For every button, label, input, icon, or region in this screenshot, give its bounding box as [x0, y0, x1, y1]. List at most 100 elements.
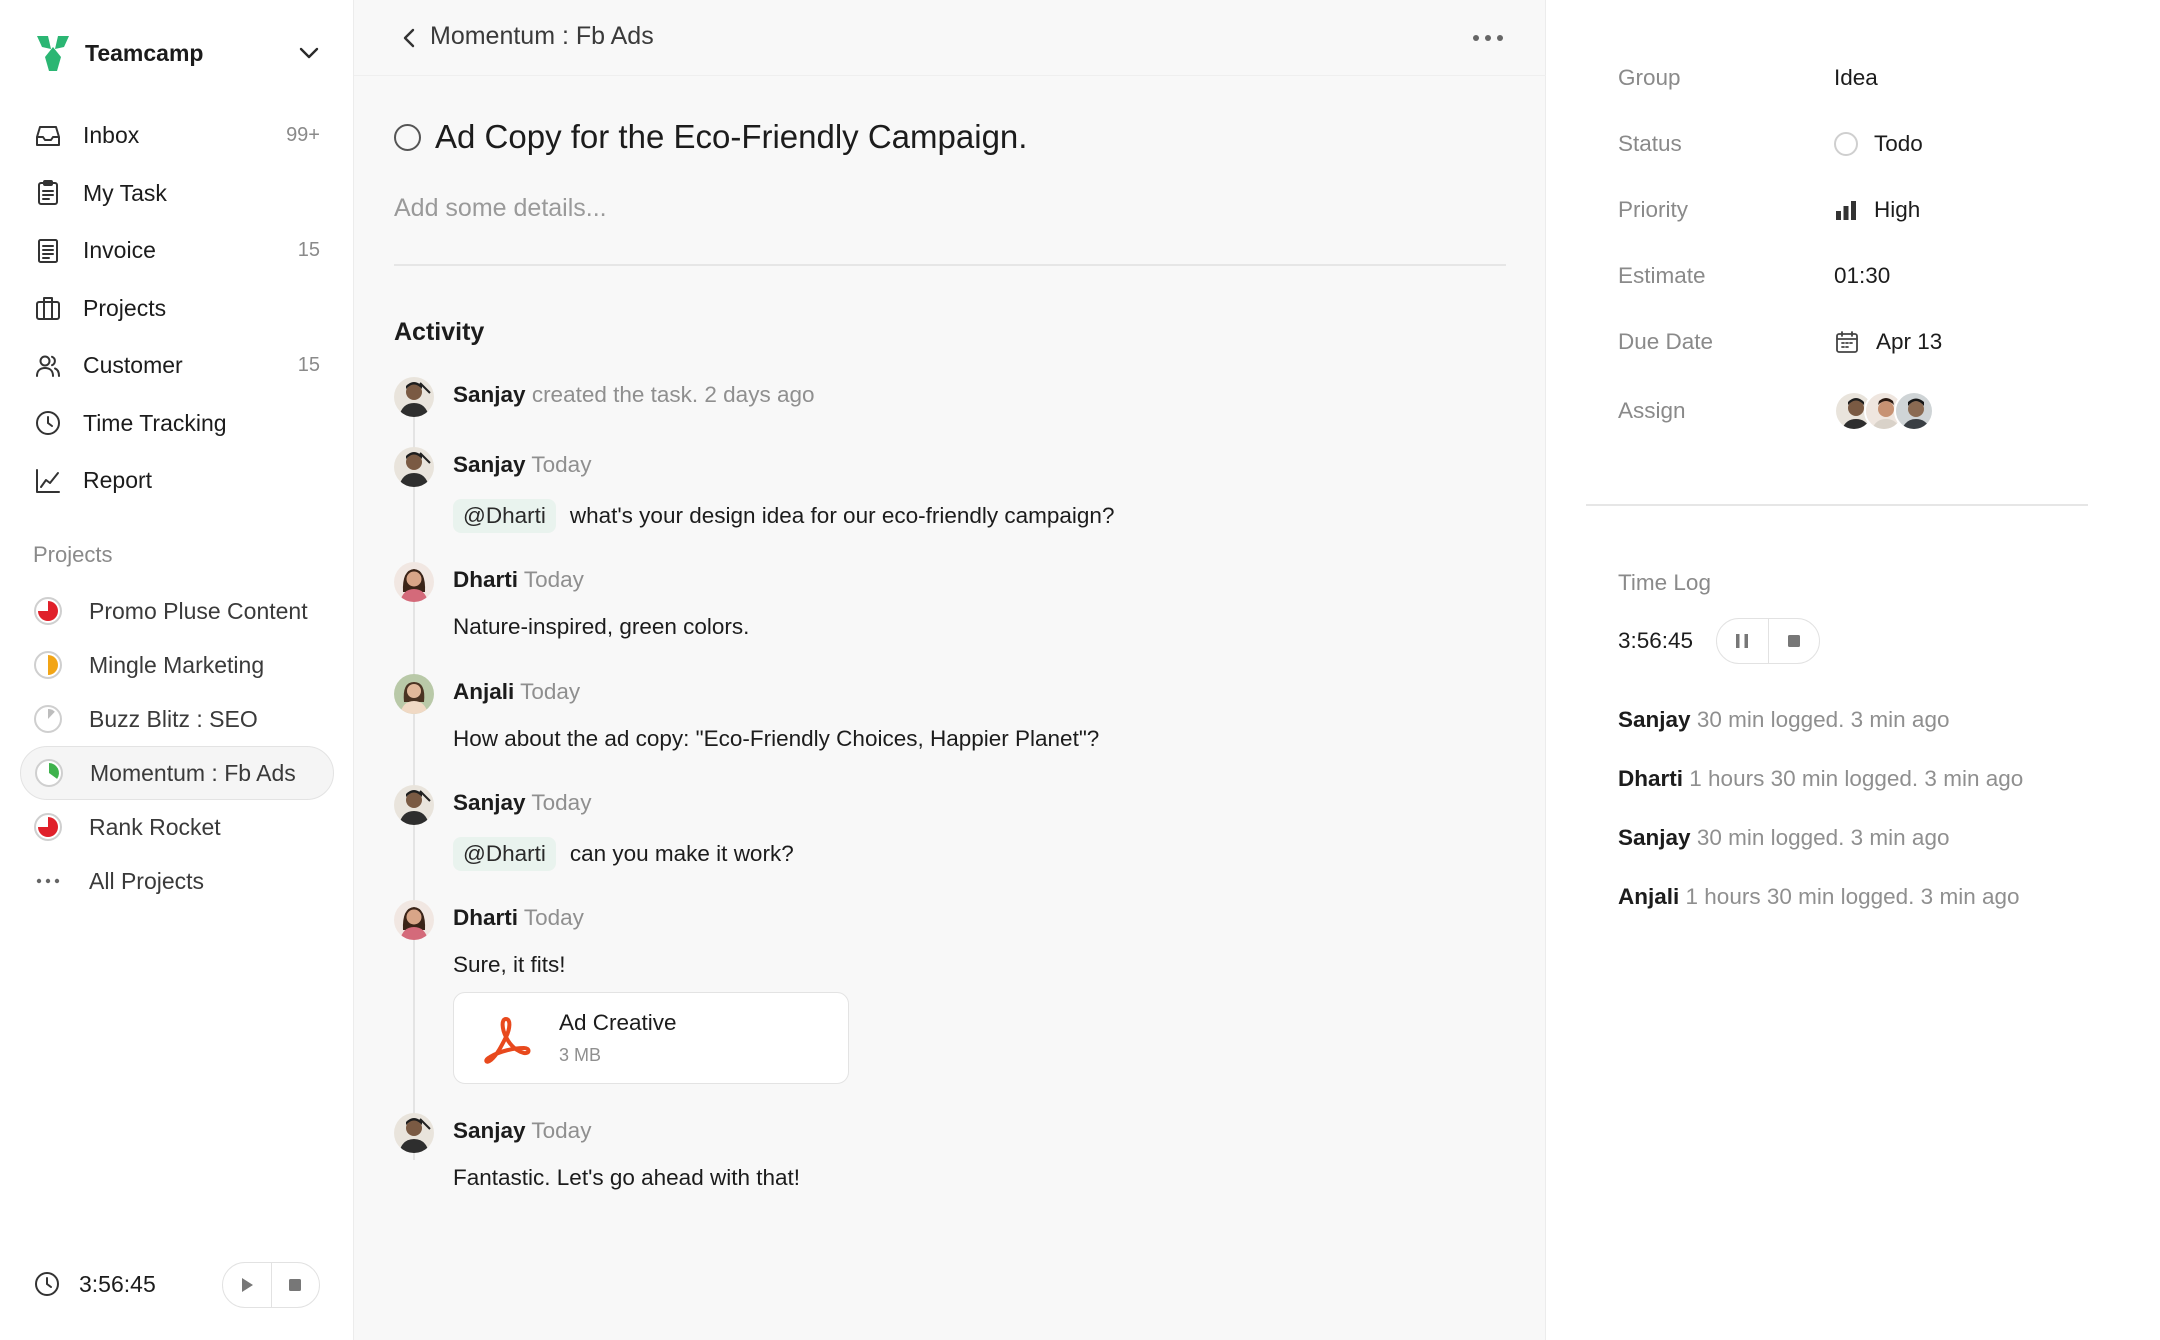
stop-button[interactable] [1767, 619, 1820, 663]
activity-text: Fantastic. Let's go ahead with that! [453, 1165, 801, 1190]
nav-item-projects[interactable]: Projects [20, 280, 334, 338]
property-value: Apr 13 [1876, 329, 1943, 354]
activity-meta: Today [523, 567, 584, 592]
time-log-entry: Anjali 1 hours 30 min logged. 3 min ago [1618, 884, 2020, 910]
chevron-down-icon[interactable] [295, 39, 323, 67]
log-meta: 1 hours 30 min logged. 3 min ago [1689, 766, 2024, 791]
progress-pie-icon [35, 759, 63, 787]
activity-meta: Today [531, 1118, 592, 1143]
time-log-entry: Sanjay 30 min logged. 3 min ago [1618, 825, 1949, 851]
property-label: Assign [1618, 398, 1686, 423]
project-list: Promo Pluse Content Mingle Marketing Buz… [20, 584, 334, 908]
property-label: Priority [1618, 197, 1689, 222]
progress-pie-icon [34, 651, 62, 679]
activity-author: Sanjay [453, 382, 526, 407]
nav-count: 15 [297, 354, 320, 377]
more-horizontal-icon[interactable] [1470, 24, 1506, 52]
progress-pie-icon [34, 705, 62, 733]
activity-text: Nature-inspired, green colors. [453, 614, 750, 639]
project-item-active[interactable]: Momentum : Fb Ads [20, 746, 334, 800]
sidebar: Teamcamp Inbox 99+ My Task Invoice 15 Pr… [0, 0, 354, 1340]
divider [1586, 504, 2088, 506]
stop-button[interactable] [270, 1263, 320, 1307]
pause-icon [1736, 634, 1749, 648]
clock-icon [33, 408, 63, 438]
status-circle-icon [1834, 132, 1858, 156]
log-meta: 30 min logged. 3 min ago [1696, 825, 1950, 850]
calendar-icon [1836, 331, 1858, 353]
all-projects-label: All Projects [89, 867, 205, 894]
avatar [394, 674, 434, 714]
task-properties-panel: Group Idea Status Todo Priority High Est… [1546, 0, 2160, 1340]
progress-pie-icon [34, 597, 62, 625]
project-label: Mingle Marketing [89, 651, 265, 678]
acrobat-pdf-icon [484, 1017, 531, 1064]
teamcamp-logo-icon [37, 36, 69, 71]
project-item[interactable]: Promo Pluse Content [20, 584, 334, 638]
project-label: Momentum : Fb Ads [90, 759, 296, 786]
task-title[interactable]: Ad Copy for the Eco-Friendly Campaign. [435, 118, 1027, 156]
activity-author: Dharti [453, 905, 519, 930]
avatar [394, 1113, 434, 1153]
log-author: Dharti [1618, 766, 1684, 791]
users-icon [33, 351, 63, 381]
workspace-name: Teamcamp [85, 39, 204, 66]
timer-value: 3:56:45 [1618, 628, 1694, 653]
attachment-name: Ad Creative [559, 1010, 677, 1035]
clipboard-icon [33, 178, 63, 208]
nav-item-report[interactable]: Report [20, 452, 334, 510]
activity-author: Anjali [453, 679, 515, 704]
property-due-date[interactable]: Due Date Apr 13 [1618, 322, 2118, 362]
all-projects-link[interactable]: All Projects [20, 854, 334, 908]
task-complete-checkbox[interactable] [394, 123, 421, 151]
activity-author: Sanjay [453, 790, 526, 815]
project-label: Rank Rocket [89, 813, 221, 840]
mention-chip[interactable]: @Dharti [453, 499, 556, 533]
property-assign[interactable]: Assign [1618, 391, 2118, 431]
activity-meta: Today [531, 790, 592, 815]
activity-meta: Today [520, 679, 581, 704]
project-item[interactable]: Mingle Marketing [20, 638, 334, 692]
property-priority[interactable]: Priority High [1618, 190, 2118, 230]
nav-item-my-task[interactable]: My Task [20, 165, 334, 223]
nav-item-inbox[interactable]: Inbox 99+ [20, 107, 334, 165]
attachment-card[interactable]: Ad Creative 3 MB [453, 992, 849, 1084]
property-value: Idea [1834, 65, 1878, 90]
log-author: Sanjay [1618, 707, 1691, 732]
nav-label: Report [83, 467, 153, 494]
nav-item-time-tracking[interactable]: Time Tracking [20, 395, 334, 453]
clock-icon [35, 1272, 59, 1296]
nav-label: Customer [83, 352, 183, 379]
pause-button[interactable] [1717, 619, 1768, 663]
avatar [1894, 391, 1934, 431]
project-item[interactable]: Buzz Blitz : SEO [20, 692, 334, 746]
project-item[interactable]: Rank Rocket [20, 800, 334, 854]
property-group[interactable]: Group Idea [1618, 58, 2118, 98]
chevron-left-icon[interactable] [397, 25, 423, 51]
breadcrumb[interactable]: Momentum : Fb Ads [430, 22, 654, 51]
project-label: Promo Pluse Content [89, 597, 308, 624]
avatar [394, 900, 434, 940]
workspace-switcher[interactable]: Teamcamp [33, 33, 323, 73]
nav-label: Projects [83, 294, 167, 321]
time-log-entry: Sanjay 30 min logged. 3 min ago [1618, 707, 1949, 733]
task-detail: Momentum : Fb Ads Ad Copy for the Eco-Fr… [354, 0, 1546, 1340]
property-status[interactable]: Status Todo [1618, 124, 2118, 164]
log-author: Sanjay [1618, 825, 1691, 850]
property-estimate[interactable]: Estimate 01:30 [1618, 256, 2118, 296]
chart-line-icon [33, 466, 63, 496]
nav-item-invoice[interactable]: Invoice 15 [20, 222, 334, 280]
activity-author: Sanjay [453, 1118, 526, 1143]
play-button[interactable] [223, 1263, 271, 1307]
property-value: High [1874, 197, 1921, 222]
nav-item-customer[interactable]: Customer 15 [20, 337, 334, 395]
timer-controls [1716, 618, 1820, 664]
avatar [394, 562, 434, 602]
activity-heading: Activity [394, 318, 485, 346]
activity-meta: Today [531, 452, 592, 477]
task-details-input[interactable]: Add some details... [394, 194, 607, 223]
mention-chip[interactable]: @Dharti [453, 837, 556, 871]
assignee-avatars[interactable] [1834, 391, 1934, 431]
inbox-icon [33, 121, 63, 151]
nav-label: Inbox [83, 122, 140, 149]
